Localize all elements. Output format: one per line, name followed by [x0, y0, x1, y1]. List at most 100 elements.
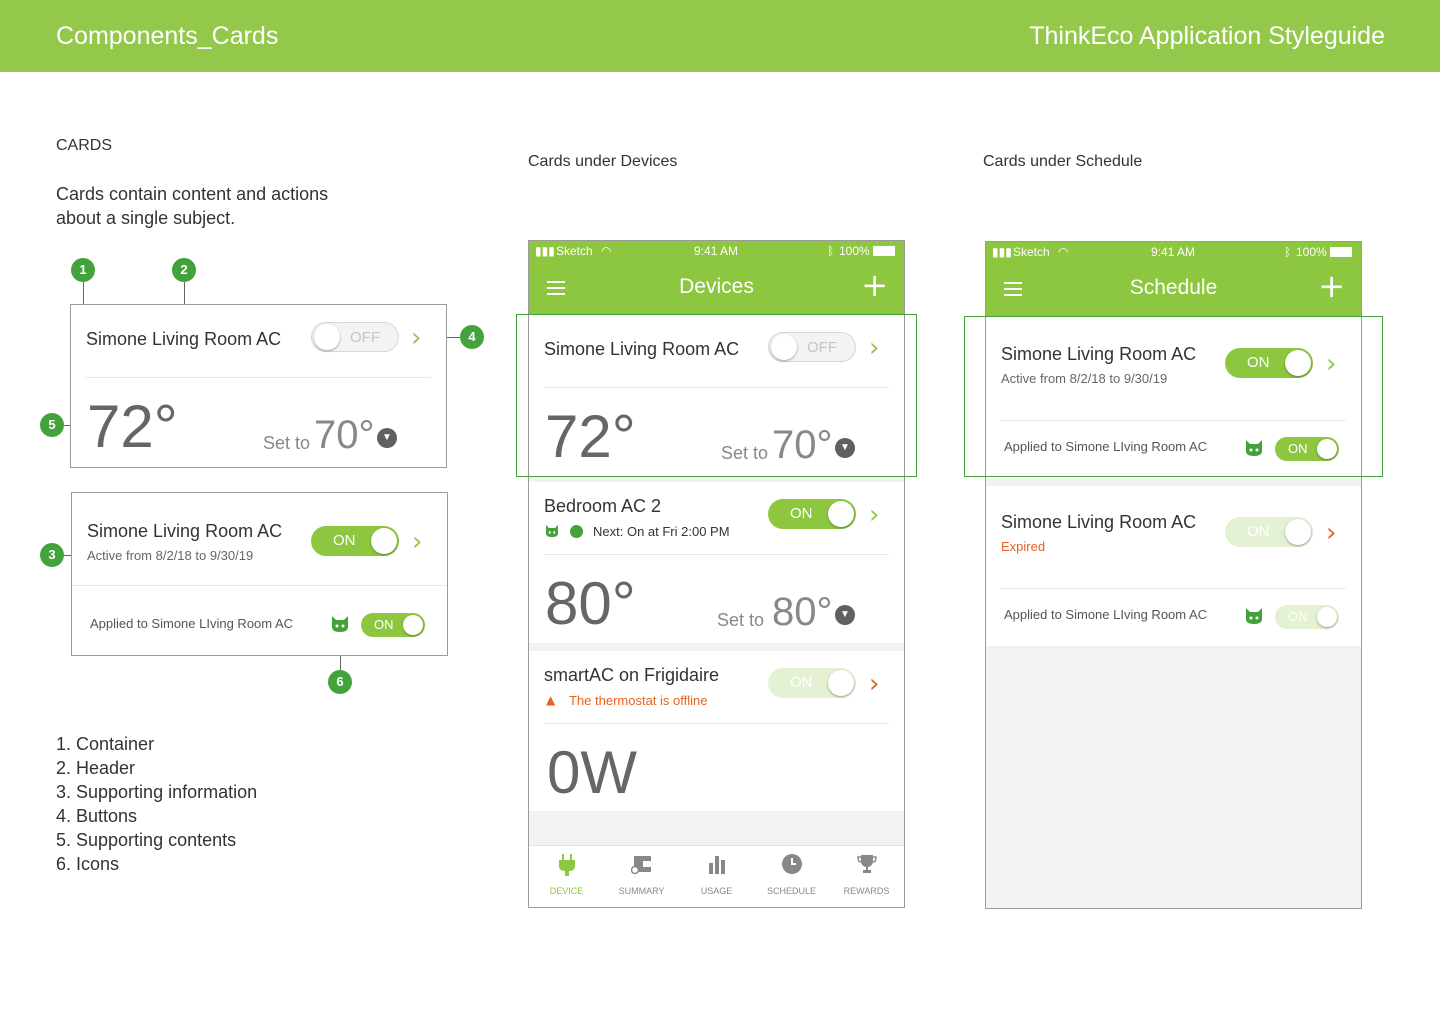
card-divider — [86, 377, 431, 378]
card-supporting-info: Next: On at Fri 2:00 PM — [593, 524, 730, 539]
page-title: Components_Cards — [56, 22, 279, 50]
power-toggle[interactable]: ON — [768, 668, 856, 698]
legend-list: 1. Container 2. Header 3. Supporting inf… — [56, 732, 257, 876]
tab-label: SUMMARY — [618, 886, 665, 896]
toggle-label: ON — [1247, 523, 1270, 540]
add-icon[interactable]: + — [1318, 270, 1345, 302]
tab-device[interactable]: DEVICE — [529, 854, 604, 896]
signal-icon: ▮▮▮ — [535, 244, 555, 258]
applied-toggle[interactable]: ON — [1275, 605, 1339, 629]
card-title: Simone Living Room AC — [1001, 512, 1197, 532]
plug-icon — [558, 854, 575, 876]
toggle-label: ON — [333, 532, 356, 549]
tab-bar: DEVICE SUMMARY USAGE SCHEDULE REWARDS — [529, 845, 904, 907]
battery-percent: 100% — [1296, 245, 1327, 259]
schedule-card-example[interactable]: Simone Living Room AC Active from 8/2/18… — [71, 492, 448, 656]
set-temperature: 70° — [314, 413, 375, 457]
wallet-icon — [630, 856, 651, 875]
marker-5: 5 — [40, 413, 64, 437]
marker-1: 1 — [71, 258, 95, 282]
wifi-icon: ◠ — [601, 244, 612, 258]
chevron-right-icon[interactable]: › — [1326, 520, 1336, 546]
toggle-label: ON — [1288, 609, 1308, 624]
card-title: smartAC on Frigidaire — [544, 665, 720, 685]
leader-line-1 — [83, 282, 84, 304]
card-supporting-info: Expired — [1001, 539, 1046, 554]
chevron-down-icon[interactable]: ▼ — [835, 605, 855, 625]
current-temperature: 72° — [87, 393, 178, 460]
toggle-label: ON — [790, 505, 813, 522]
device-card-example[interactable]: Simone Living Room AC OFF › 72° Set to 7… — [70, 304, 447, 468]
legend-item: 3. Supporting information — [56, 782, 258, 802]
tab-usage[interactable]: USAGE — [679, 854, 754, 896]
schedule-card[interactable]: Simone Living Room AC Expired ON › Appli… — [986, 486, 1361, 646]
toggle-knob — [403, 615, 423, 635]
bluetooth-icon: ᛒ — [1284, 245, 1292, 259]
tab-label: REWARDS — [843, 886, 890, 896]
toggle-knob — [1285, 519, 1311, 545]
tab-rewards[interactable]: REWARDS — [829, 854, 904, 896]
set-to-label: Set to — [263, 433, 311, 453]
current-temperature: 80° — [545, 570, 636, 637]
header-bar: Components_Cards ThinkEco Application St… — [0, 0, 1440, 72]
bar-chart-icon — [708, 856, 725, 874]
power-reading: 0W — [547, 739, 637, 806]
device-card[interactable]: smartAC on Frigidaire ▲ The thermostat i… — [529, 651, 904, 811]
power-toggle[interactable]: ON — [311, 526, 399, 556]
chevron-down-icon[interactable]: ▼ — [377, 428, 397, 448]
card-supporting-info: Active from 8/2/18 to 9/30/19 — [87, 548, 254, 563]
schedule-section-title: Cards under Schedule — [983, 153, 1143, 170]
card-title: Simone Living Room AC — [87, 521, 283, 541]
legend-item: 5. Supporting contents — [56, 830, 237, 850]
status-time: 9:41 AM — [694, 244, 739, 258]
toggle-label: ON — [374, 617, 394, 632]
device-card[interactable]: Bedroom AC 2 Next: On at Fri 2:00 PM ON … — [529, 482, 904, 643]
card-divider — [544, 554, 889, 555]
applied-to-text: Applied to Simone LIving Room AC — [90, 616, 294, 631]
marker-2: 2 — [172, 258, 196, 282]
marker-6: 6 — [328, 670, 352, 694]
legend-item: 6. Icons — [56, 854, 120, 874]
toggle-knob — [828, 501, 854, 527]
status-time: 9:41 AM — [1151, 245, 1196, 259]
chevron-right-icon[interactable]: › — [869, 671, 879, 697]
toggle-knob — [314, 324, 340, 350]
chevron-right-icon[interactable]: › — [412, 529, 422, 555]
card-highlight — [964, 316, 1383, 477]
status-bar: ▮▮▮ Sketch ◠ 9:41 AM ᛒ 100% — [529, 241, 904, 261]
power-toggle[interactable]: OFF — [311, 322, 399, 352]
card-supporting-info: The thermostat is offline — [569, 693, 708, 708]
chevron-right-icon[interactable]: › — [411, 325, 421, 351]
applied-toggle[interactable]: ON — [361, 613, 425, 637]
card-divider — [72, 585, 447, 586]
clock-icon — [781, 854, 802, 874]
status-bar: ▮▮▮ Sketch ◠ 9:41 AM ᛒ 100% — [986, 242, 1361, 262]
devices-section-title: Cards under Devices — [528, 153, 678, 170]
tab-label: SCHEDULE — [766, 886, 816, 896]
tab-label: USAGE — [700, 886, 733, 896]
trophy-icon — [856, 855, 877, 873]
add-icon[interactable]: + — [861, 269, 888, 301]
power-toggle[interactable]: ON — [1225, 517, 1313, 547]
card-highlight — [516, 314, 917, 477]
warning-icon: ▲ — [546, 693, 556, 707]
power-toggle[interactable]: ON — [768, 499, 856, 529]
chevron-right-icon[interactable]: › — [869, 502, 879, 528]
bluetooth-icon: ᛒ — [827, 244, 835, 258]
tab-schedule[interactable]: SCHEDULE — [754, 854, 829, 896]
card-divider — [544, 723, 889, 724]
cards-description: Cards contain content and actions about … — [56, 184, 329, 228]
cat-icon — [332, 616, 348, 632]
applied-to-text: Applied to Simone LIving Room AC — [1004, 607, 1208, 622]
nav-bar: Devices + — [529, 261, 904, 315]
nav-bar: Schedule + — [986, 262, 1361, 316]
toggle-label: ON — [790, 674, 813, 691]
toggle-knob — [371, 528, 397, 554]
set-temperature: 80° — [772, 590, 833, 634]
legend-item: 2. Header — [56, 758, 136, 778]
tab-summary[interactable]: SUMMARY — [604, 854, 679, 896]
battery-icon — [873, 246, 895, 256]
cat-icon — [546, 525, 558, 537]
carrier-name: Sketch — [556, 244, 593, 258]
toggle-label: OFF — [350, 329, 380, 346]
